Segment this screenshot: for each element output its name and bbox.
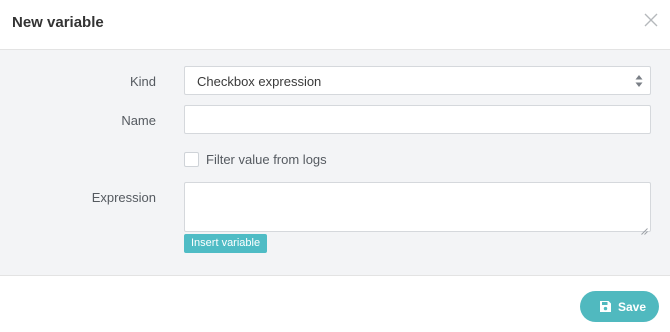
save-button[interactable]: Save [580,291,659,322]
close-icon[interactable] [642,11,660,29]
dialog-title: New variable [12,14,104,31]
kind-select-value: Checkbox expression [197,74,322,89]
dialog-header: New variable [0,0,670,50]
filter-logs-checkbox[interactable] [184,152,199,167]
save-button-label: Save [618,300,647,314]
filter-logs-label[interactable]: Filter value from logs [206,152,327,167]
resize-grip-icon[interactable] [641,222,648,235]
expression-textarea[interactable] [184,182,651,235]
insert-variable-button[interactable]: Insert variable [184,234,268,253]
expression-label: Expression [91,190,156,205]
floppy-disk-icon [599,300,612,313]
name-input[interactable] [184,105,651,134]
select-arrows-icon [635,74,643,88]
dialog-body: Kind Checkbox expression Name Filter val… [0,50,670,276]
name-label: Name [121,113,156,128]
kind-select[interactable]: Checkbox expression [184,66,651,95]
kind-label: Kind [129,74,156,89]
